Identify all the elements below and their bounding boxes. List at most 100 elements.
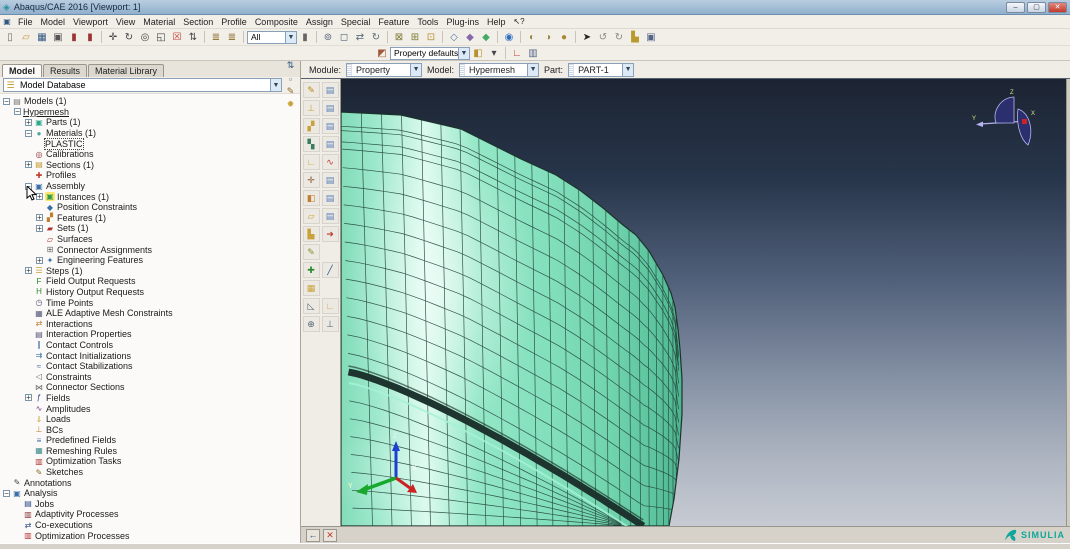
- close-button[interactable]: ✕: [1048, 1, 1067, 13]
- viewport-window-icon[interactable]: ▣: [643, 30, 659, 44]
- part-combo[interactable]: PART-1 ▼: [568, 62, 635, 77]
- expand-icon[interactable]: +: [36, 193, 43, 201]
- tab-results[interactable]: Results: [43, 64, 88, 77]
- menu-composite[interactable]: Composite: [251, 17, 302, 27]
- color-code-combo[interactable]: Property defaults ▼: [390, 46, 470, 60]
- create-profile-icon[interactable]: ✛: [302, 172, 320, 188]
- tree-item-amplitudes[interactable]: ∿ Amplitudes: [0, 403, 300, 414]
- menu-plug-ins[interactable]: Plug-ins: [442, 17, 483, 27]
- expand-tree-icon[interactable]: ⇅: [284, 59, 297, 72]
- tab-model[interactable]: Model: [2, 64, 42, 77]
- create-skin-icon[interactable]: ✎: [302, 244, 320, 260]
- select-tool-icon-a[interactable]: ◺: [302, 298, 320, 314]
- expand-icon[interactable]: +: [25, 161, 32, 169]
- view-cut-icon-1[interactable]: ◐: [524, 30, 540, 44]
- assignment-manager-icon[interactable]: ▤: [321, 118, 339, 134]
- new-file-icon[interactable]: ▯: [2, 30, 18, 44]
- expand-icon[interactable]: +: [25, 394, 32, 402]
- expand-icon[interactable]: +: [25, 267, 32, 275]
- create-datum-icon[interactable]: ✚: [302, 262, 320, 278]
- tree-item-analysis[interactable]: − ▣ Analysis: [0, 488, 300, 499]
- tree-item-position-constraints[interactable]: ◆ Position Constraints: [0, 202, 300, 213]
- print-icon[interactable]: ▣: [50, 30, 66, 44]
- tree-item-optimization-processes[interactable]: ▥ Optimization Processes: [0, 530, 300, 541]
- assign-arrow-icon[interactable]: ➜: [321, 226, 339, 242]
- chevron-down-icon[interactable]: ▼: [270, 79, 281, 91]
- tree-item-sets[interactable]: + ▰ Sets (1): [0, 223, 300, 234]
- tree-item-ale-adaptive-mesh-constraints[interactable]: ▦ ALE Adaptive Mesh Constraints: [0, 308, 300, 319]
- tree-item-instances[interactable]: + ▣ Instances (1): [0, 191, 300, 202]
- menu-file[interactable]: File: [14, 17, 37, 27]
- undo-icon[interactable]: ↺: [595, 30, 611, 44]
- menu-model[interactable]: Model: [37, 17, 70, 27]
- collapse-icon[interactable]: −: [3, 97, 10, 105]
- menu-assign[interactable]: Assign: [302, 17, 337, 27]
- window-menu-icon[interactable]: ▣: [0, 17, 14, 26]
- color-code-palette-icon[interactable]: ◩: [374, 47, 390, 60]
- translate-tool-icon[interactable]: ⇄: [352, 30, 368, 44]
- hidden-cube-icon[interactable]: ◆: [462, 30, 478, 44]
- menu-view[interactable]: View: [112, 17, 139, 27]
- back-arrow-button[interactable]: ←: [306, 528, 320, 542]
- tree-item-fields[interactable]: + ƒ Fields: [0, 393, 300, 404]
- chevron-down-icon[interactable]: ▼: [410, 63, 422, 76]
- red-stamp-icon-2[interactable]: ▮: [82, 30, 98, 44]
- material-manager-icon[interactable]: ▤: [321, 82, 339, 98]
- tree-item-parts[interactable]: + ▣ Parts (1): [0, 117, 300, 128]
- selection-filter-combo[interactable]: All ▼: [247, 30, 297, 44]
- tree-item-model-hypermesh[interactable]: − Hypermesh: [0, 107, 300, 118]
- menu-section[interactable]: Section: [179, 17, 217, 27]
- color-cube-icon[interactable]: ◧: [470, 47, 486, 60]
- shaded-cube-icon[interactable]: ◆: [478, 30, 494, 44]
- tree-item-models[interactable]: − ▤ Models (1): [0, 96, 300, 107]
- pointer-icon[interactable]: ➤: [579, 30, 595, 44]
- tree-item-surfaces[interactable]: ▱ Surfaces: [0, 234, 300, 245]
- tree-item-sketches[interactable]: ✎ Sketches: [0, 467, 300, 478]
- datum-corner-icon[interactable]: ▙: [627, 30, 643, 44]
- shaded-render-icon[interactable]: ⊡: [423, 30, 439, 44]
- create-material-icon[interactable]: ✎: [302, 82, 320, 98]
- restore-button[interactable]: ▢: [1027, 1, 1046, 13]
- viewport-canvas[interactable]: Z Y X Z Y X: [341, 79, 1066, 526]
- pan-view-icon[interactable]: ✛: [105, 30, 121, 44]
- expand-icon[interactable]: +: [36, 224, 43, 232]
- coordinate-tool-icon[interactable]: ⊕: [302, 316, 320, 332]
- select-tool-icon-b[interactable]: ∟: [321, 298, 339, 314]
- tree-item-jobs[interactable]: ▤ Jobs: [0, 499, 300, 510]
- menu-material[interactable]: Material: [139, 17, 179, 27]
- chevron-down-icon[interactable]: ▼: [527, 63, 539, 76]
- section-manager-icon[interactable]: ▤: [321, 100, 339, 116]
- sphere-icon[interactable]: ●: [556, 30, 572, 44]
- info-icon[interactable]: ◉: [501, 30, 517, 44]
- tree-item-calibrations[interactable]: ◎ Calibrations: [0, 149, 300, 160]
- chevron-down-icon[interactable]: ▼: [622, 63, 634, 76]
- tree-item-remeshing-rules[interactable]: ▦ Remeshing Rules: [0, 446, 300, 457]
- material-calibration-icon[interactable]: ∿: [321, 154, 339, 170]
- assign-thickness-icon[interactable]: ▙: [302, 226, 320, 242]
- chevron-down-icon[interactable]: ▼: [458, 47, 469, 59]
- collapse-icon[interactable]: −: [14, 108, 21, 116]
- tree-item-assembly[interactable]: − ▣ Assembly: [0, 181, 300, 192]
- expand-icon[interactable]: +: [25, 118, 32, 126]
- tree-item-field-output-requests[interactable]: F Field Output Requests: [0, 276, 300, 287]
- context-help-icon[interactable]: ↖?: [513, 17, 524, 26]
- query-pipette-icon[interactable]: ╱: [321, 262, 339, 278]
- beam-orientation-icon[interactable]: ∟: [302, 154, 320, 170]
- layup-manager-icon[interactable]: ▤: [321, 136, 339, 152]
- menu-special[interactable]: Special: [337, 17, 375, 27]
- tree-item-steps[interactable]: + ☰ Steps (1): [0, 266, 300, 277]
- hidden-render-icon[interactable]: ⊞: [407, 30, 423, 44]
- module-combo[interactable]: Property ▼: [346, 62, 423, 77]
- tree-item-contact-controls[interactable]: ∥ Contact Controls: [0, 340, 300, 351]
- outline-box-icon[interactable]: ◻: [336, 30, 352, 44]
- tree-item-co-executions[interactable]: ⇄ Co-executions: [0, 520, 300, 531]
- tree-item-time-points[interactable]: ◷ Time Points: [0, 297, 300, 308]
- tree-item-material-plastic[interactable]: PLASTIC: [0, 137, 300, 150]
- wireframe-render-icon[interactable]: ⊠: [391, 30, 407, 44]
- rotate-view-icon[interactable]: ↻: [121, 30, 137, 44]
- collapse-icon[interactable]: −: [3, 489, 10, 497]
- tree-item-materials[interactable]: − ● Materials (1): [0, 128, 300, 139]
- magnify-view-icon[interactable]: ◎: [137, 30, 153, 44]
- tree-item-contact-stabilizations[interactable]: ≈ Contact Stabilizations: [0, 361, 300, 372]
- view-options-icon[interactable]: ▥: [525, 47, 541, 60]
